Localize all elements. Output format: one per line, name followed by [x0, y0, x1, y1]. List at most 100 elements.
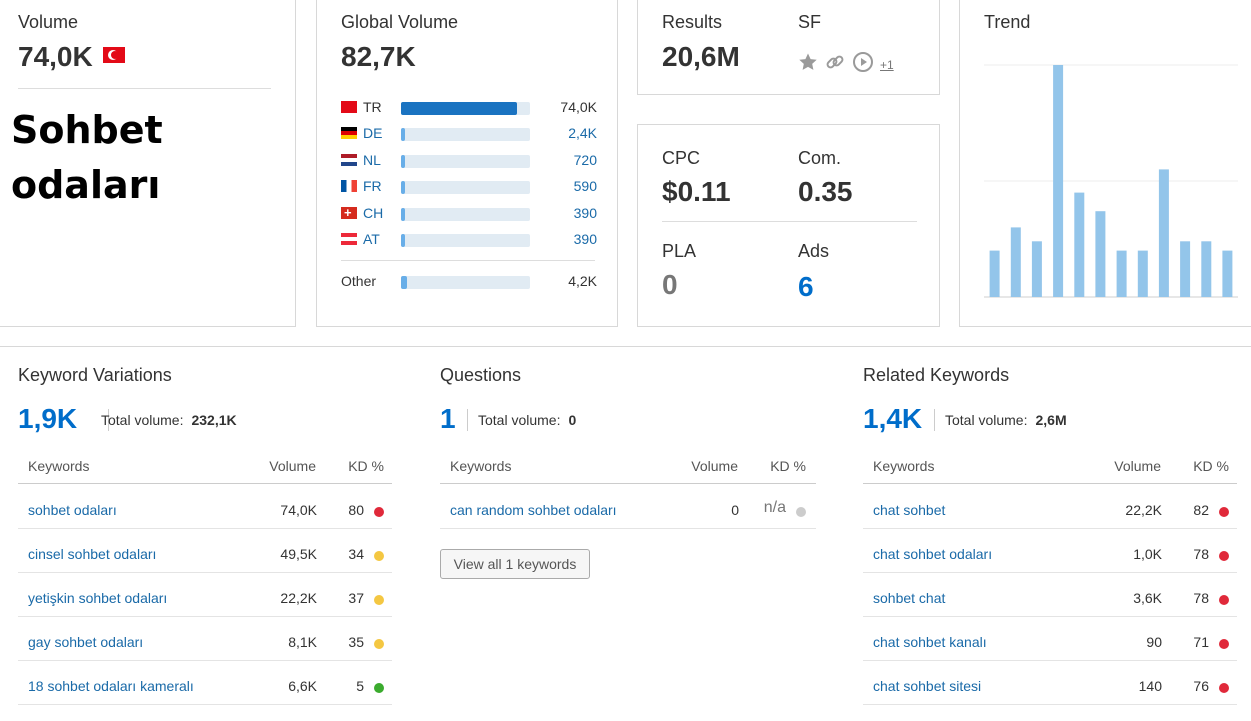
link-icon	[824, 51, 846, 79]
trend-bar	[1010, 227, 1021, 297]
view-all-button[interactable]: View all 1 keywords	[440, 549, 590, 579]
star-icon	[798, 52, 818, 78]
country-row-fr[interactable]: FR 590	[341, 178, 597, 196]
country-share-fill	[401, 208, 405, 221]
keyword-link[interactable]: 18 sohbet odaları kameralı	[28, 678, 194, 694]
trend-bar	[1116, 250, 1127, 297]
total-volume-value: 232,1K	[191, 412, 237, 428]
country-volume: 590	[573, 178, 597, 194]
keyword-volume: 6,6K	[288, 678, 317, 694]
column-keywords[interactable]: Keywords	[450, 458, 511, 474]
country-volume: 390	[573, 231, 597, 247]
trend-chart	[984, 64, 1238, 298]
keyword-link[interactable]: can random sohbet odaları	[450, 502, 617, 518]
country-share-fill	[401, 155, 405, 168]
table-header: Keywords Volume KD %	[18, 448, 392, 484]
kd-indicator-dot	[374, 595, 384, 605]
keyword-link[interactable]: chat sohbet odaları	[873, 546, 992, 562]
pla-value: 0	[662, 269, 678, 300]
results-value: 20,6M	[662, 41, 740, 72]
keyword-link[interactable]: sohbet odaları	[28, 502, 117, 518]
keyword-difficulty: n/a	[763, 499, 786, 516]
column-keywords[interactable]: Keywords	[28, 458, 89, 474]
column-keywords[interactable]: Keywords	[873, 458, 934, 474]
kd-indicator-dot	[1219, 551, 1229, 561]
fr-flag-icon	[341, 180, 357, 192]
column-kd[interactable]: KD %	[770, 458, 806, 474]
country-row-tr: TR 74,0K	[341, 99, 597, 117]
trend-bar	[1201, 241, 1212, 297]
country-code: AT	[363, 231, 380, 247]
video-icon	[852, 51, 874, 79]
country-share-fill	[401, 102, 518, 115]
kd-indicator-dot	[1219, 507, 1229, 517]
keyword-link[interactable]: yetişkin sohbet odaları	[28, 590, 167, 606]
country-row-ch[interactable]: CH 390	[341, 205, 597, 223]
column-kd[interactable]: KD %	[348, 458, 384, 474]
country-share-fill	[401, 276, 408, 289]
country-share-fill	[401, 128, 405, 141]
keyword-volume: 1,0K	[1133, 546, 1162, 562]
questions-panel: Questions 1 Total volume: 0 Keywords Volum…	[440, 365, 816, 579]
table-row: chat sohbet sitesi 140 76	[863, 661, 1237, 705]
column-volume[interactable]: Volume	[1114, 458, 1161, 474]
keyword-volume: 49,5K	[280, 546, 317, 562]
trend-bar	[1158, 169, 1169, 297]
kd-indicator-dot	[796, 507, 806, 517]
cpc-label: CPC	[662, 148, 701, 168]
column-volume[interactable]: Volume	[269, 458, 316, 474]
trend-bar	[1222, 250, 1233, 297]
keyword-volume: 22,2K	[280, 590, 317, 606]
keyword-volume: 3,6K	[1133, 590, 1162, 606]
competition-value: 0.35	[798, 176, 853, 207]
questions-count[interactable]: 1	[440, 403, 456, 435]
keyword-difficulty: 35	[348, 634, 364, 650]
global-volume-value: 82,7K	[341, 41, 416, 72]
keyword-difficulty: 80	[348, 502, 364, 518]
keyword-volume: 0	[731, 502, 739, 518]
column-kd[interactable]: KD %	[1193, 458, 1229, 474]
country-row-de[interactable]: DE 2,4K	[341, 125, 597, 143]
country-volume: 4,2K	[568, 273, 597, 289]
keyword-volume: 22,2K	[1125, 502, 1162, 518]
keyword-link[interactable]: chat sohbet kanalı	[873, 634, 987, 650]
keyword-link[interactable]: chat sohbet sitesi	[873, 678, 981, 694]
trend-bar	[1137, 250, 1148, 297]
country-row-at[interactable]: AT 390	[341, 231, 597, 249]
keyword-volume: 90	[1146, 634, 1162, 650]
country-code: TR	[363, 99, 382, 115]
country-row-nl[interactable]: NL 720	[341, 152, 597, 170]
country-share-fill	[401, 234, 405, 247]
serp-features: +1	[798, 51, 894, 79]
table-header: Keywords Volume KD %	[863, 448, 1237, 484]
ads-value[interactable]: 6	[798, 271, 814, 303]
total-volume-value: 0	[568, 412, 577, 428]
related-keywords-count[interactable]: 1,4K	[863, 403, 922, 435]
keyword-link[interactable]: chat sohbet	[873, 502, 945, 518]
keyword-link[interactable]: sohbet chat	[873, 590, 945, 606]
kd-indicator-dot	[374, 551, 384, 561]
keyword-link[interactable]: cinsel sohbet odaları	[28, 546, 156, 562]
questions-title: Questions	[440, 365, 522, 385]
keyword-variations-count[interactable]: 1,9K	[18, 403, 77, 435]
nl-flag-icon	[341, 154, 357, 166]
turkey-flag-icon	[103, 47, 125, 63]
volume-label: Volume	[18, 12, 79, 32]
divider	[934, 409, 935, 431]
volume-card: Volume 74,0K Sohbet odaları	[0, 0, 296, 327]
country-volume: 390	[573, 205, 597, 221]
kd-indicator-dot	[1219, 595, 1229, 605]
related-keywords-title: Related Keywords	[863, 365, 1010, 385]
keyword-difficulty: 71	[1193, 634, 1209, 650]
ads-label: Ads	[798, 241, 830, 261]
column-volume[interactable]: Volume	[691, 458, 738, 474]
country-volume: 720	[573, 152, 597, 168]
keyword-link[interactable]: gay sohbet odaları	[28, 634, 143, 650]
keyword-difficulty: 34	[348, 546, 364, 562]
sf-more-link[interactable]: +1	[880, 58, 894, 72]
keyword-variations-panel: Keyword Variations 1,9K Total volume: 232…	[18, 365, 392, 705]
table-row: cinsel sohbet odaları 49,5K 34	[18, 529, 392, 573]
kd-indicator-dot	[374, 639, 384, 649]
divider	[18, 88, 271, 89]
related-keywords-panel: Related Keywords 1,4K Total volume: 2,6M …	[863, 365, 1237, 705]
